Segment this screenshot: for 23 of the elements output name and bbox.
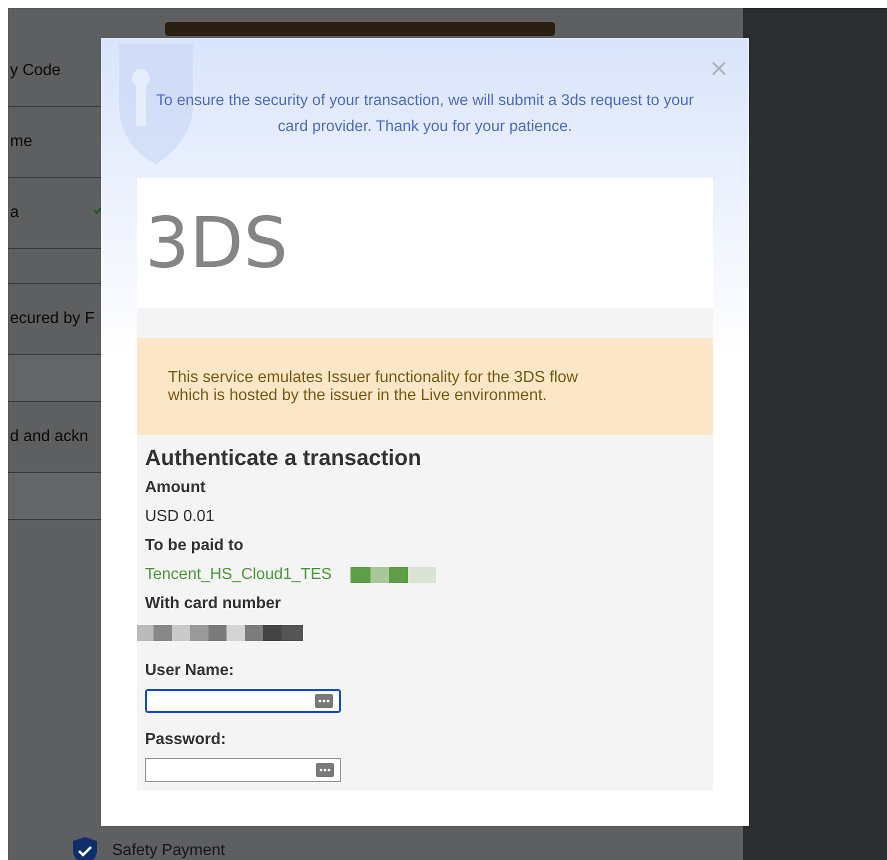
row-label: d and ackn <box>9 428 88 446</box>
notice-text: To ensure the security of your transaction, we will submit a 3ds request to your card provider. Thank you for your patience. <box>155 91 695 137</box>
footer-label: Safety Payment <box>112 842 225 860</box>
row-label: a <box>9 204 19 222</box>
shield-check-icon <box>70 836 100 860</box>
detail-label: Amount <box>145 479 206 497</box>
detail-label: With card number <box>145 595 282 613</box>
row-label: y Code <box>9 62 61 80</box>
merchant-name: Tencent_HS_Cloud1_TES <box>145 566 332 584</box>
more-icon[interactable] <box>315 694 333 708</box>
row-label: me <box>9 133 32 151</box>
detail-value: USD 0.01 <box>145 508 214 526</box>
row-label: ecured by F <box>9 310 94 328</box>
field-label: Password: <box>145 731 227 749</box>
more-icon[interactable] <box>316 763 334 777</box>
close-button[interactable]: × <box>708 56 729 80</box>
section-heading: Authenticate a transaction <box>145 445 422 471</box>
input-field[interactable] <box>145 689 341 713</box>
field-label: User Name: <box>145 662 235 680</box>
banner-text: This service emulates Issuer functionality for the 3DS flow which is hosted by the issuer in the Live environment. <box>168 368 579 404</box>
input-field[interactable] <box>145 758 341 782</box>
logo-text: 3DS <box>145 202 288 284</box>
detail-label: To be paid to <box>145 537 244 555</box>
